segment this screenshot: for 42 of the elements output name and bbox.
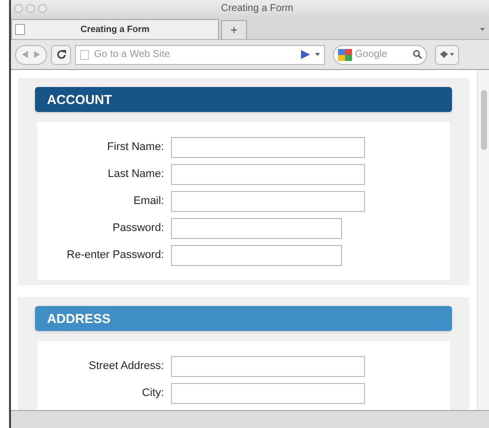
input-field[interactable] xyxy=(171,218,342,239)
page-icon xyxy=(15,24,25,35)
go-arrow-icon[interactable] xyxy=(301,50,310,59)
field-label: Last Name: xyxy=(106,167,164,182)
section-header: ACCOUNT xyxy=(35,87,452,112)
input-field[interactable] xyxy=(171,137,365,158)
input-field[interactable] xyxy=(171,245,342,266)
search-engine-icon[interactable] xyxy=(338,48,352,60)
search-field[interactable]: Google xyxy=(333,44,427,64)
search-icon[interactable] xyxy=(413,50,422,59)
page-icon xyxy=(80,50,89,60)
scrollbar[interactable] xyxy=(477,70,489,410)
scrollbar-thumb[interactable] xyxy=(480,90,486,150)
bookmarks-button[interactable] xyxy=(435,44,459,64)
field-label: Email: xyxy=(132,194,164,210)
search-input-field[interactable]: Google xyxy=(355,47,410,62)
field-label: First Name: xyxy=(106,140,164,156)
forward-icon[interactable] xyxy=(34,51,40,58)
close-window-button[interactable] xyxy=(14,4,23,12)
minimize-window-button[interactable] xyxy=(26,4,35,12)
bookmark-icon xyxy=(440,51,448,58)
browser-tab[interactable]: Creating a Form xyxy=(11,19,219,39)
field-label: Password: xyxy=(112,221,164,236)
input-field[interactable] xyxy=(171,164,365,185)
tab-list-caret-icon[interactable] xyxy=(480,28,485,31)
address-field[interactable]: Go to a Web Site xyxy=(75,44,325,64)
url-input-field[interactable]: Go to a Web Site xyxy=(94,47,296,62)
new-tab-button[interactable]: + xyxy=(221,20,247,39)
back-icon[interactable] xyxy=(22,51,28,58)
reload-icon xyxy=(56,50,66,59)
input-field[interactable] xyxy=(171,356,365,377)
reload-button[interactable] xyxy=(51,44,71,64)
input-field[interactable] xyxy=(171,191,365,212)
field-label: Re-enter Password: xyxy=(66,248,164,264)
input-field[interactable] xyxy=(171,383,365,404)
section-header: ADDRESS xyxy=(35,306,452,331)
field-label: City: xyxy=(141,386,164,402)
caret-icon[interactable] xyxy=(315,53,320,56)
caret-icon xyxy=(450,53,454,56)
field-label: Street Address: xyxy=(88,359,164,374)
window-title: Creating a Form xyxy=(221,2,294,16)
zoom-window-button[interactable] xyxy=(38,4,47,12)
